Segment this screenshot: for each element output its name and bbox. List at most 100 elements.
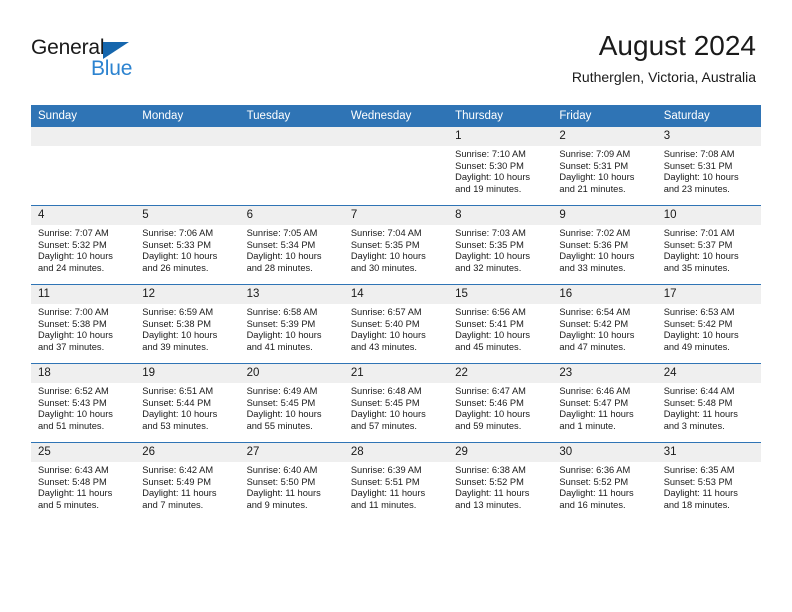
sunrise-text: Sunrise: 7:05 AM bbox=[246, 228, 318, 238]
calendar-week-row: 1 Sunrise: 7:10 AM Sunset: 5:30 PM Daylight… bbox=[31, 127, 761, 206]
calendar-day-cell[interactable]: 28 Sunrise: 6:39 AM Sunset: 5:51 PM Dayligh… bbox=[343, 442, 449, 521]
daylight-text-line1: Daylight: 10 hours bbox=[455, 172, 531, 183]
sunrise-text: Sunrise: 6:56 AM bbox=[455, 307, 526, 317]
calendar-day-cell[interactable]: 14 Sunrise: 6:57 AM Sunset: 5:40 PM Dayligh… bbox=[343, 284, 449, 364]
daylight-text-line2: and 33 minutes. bbox=[559, 262, 626, 273]
calendar-day-cell[interactable]: 21 Sunrise: 6:48 AM Sunset: 5:45 PM Dayligh… bbox=[343, 363, 449, 443]
day-number: 9 bbox=[552, 206, 657, 225]
sunset-text: Sunset: 5:45 PM bbox=[350, 397, 420, 408]
day-number bbox=[239, 127, 344, 146]
day-details: Sunrise: 6:35 AM Sunset: 5:53 PM Daylight:… bbox=[657, 462, 761, 511]
sunrise-text: Sunrise: 6:47 AM bbox=[455, 386, 526, 396]
calendar-day-cell[interactable]: 12 Sunrise: 6:59 AM Sunset: 5:38 PM Dayligh… bbox=[135, 284, 240, 364]
day-details: Sunrise: 6:38 AM Sunset: 5:52 PM Daylight:… bbox=[448, 462, 552, 511]
calendar-day-cell[interactable]: 5 Sunrise: 7:06 AM Sunset: 5:33 PM Daylight… bbox=[135, 205, 240, 285]
daylight-text-line2: and 37 minutes. bbox=[38, 341, 105, 352]
calendar-day-cell[interactable]: 31 Sunrise: 6:35 AM Sunset: 5:53 PM Dayligh… bbox=[656, 442, 761, 521]
day-number: 17 bbox=[656, 285, 761, 304]
sunset-text: Sunset: 5:53 PM bbox=[663, 476, 733, 487]
calendar-day-cell[interactable]: 7 Sunrise: 7:04 AM Sunset: 5:35 PM Daylight… bbox=[343, 205, 449, 285]
daylight-text-line1: Daylight: 10 hours bbox=[246, 251, 322, 262]
daylight-text-line2: and 24 minutes. bbox=[38, 262, 105, 273]
day-number: 5 bbox=[135, 206, 240, 225]
daylight-text-line1: Daylight: 11 hours bbox=[350, 488, 426, 499]
day-details: Sunrise: 7:07 AM Sunset: 5:32 PM Daylight:… bbox=[31, 225, 135, 274]
calendar-day-cell[interactable]: 17 Sunrise: 6:53 AM Sunset: 5:42 PM Dayligh… bbox=[656, 284, 761, 364]
calendar-day-cell[interactable]: 4 Sunrise: 7:07 AM Sunset: 5:32 PM Daylight… bbox=[31, 205, 136, 285]
calendar-day-cell[interactable]: 23 Sunrise: 6:46 AM Sunset: 5:47 PM Dayligh… bbox=[552, 363, 657, 443]
calendar-day-cell[interactable]: 1 Sunrise: 7:10 AM Sunset: 5:30 PM Daylight… bbox=[448, 127, 553, 206]
day-details: Sunrise: 6:53 AM Sunset: 5:42 PM Daylight:… bbox=[657, 304, 761, 353]
sunset-text: Sunset: 5:38 PM bbox=[142, 318, 212, 329]
calendar-day-cell[interactable]: 10 Sunrise: 7:01 AM Sunset: 5:37 PM Dayligh… bbox=[656, 205, 761, 285]
calendar-day-cell[interactable]: 30 Sunrise: 6:36 AM Sunset: 5:52 PM Dayligh… bbox=[552, 442, 657, 521]
weekday-header-thursday: Thursday bbox=[448, 105, 553, 127]
calendar-day-cell[interactable]: 25 Sunrise: 6:43 AM Sunset: 5:48 PM Dayligh… bbox=[31, 442, 136, 521]
day-number: 19 bbox=[135, 364, 240, 383]
daylight-text-line2: and 23 minutes. bbox=[663, 183, 730, 194]
sunset-text: Sunset: 5:31 PM bbox=[663, 160, 733, 171]
sunset-text: Sunset: 5:40 PM bbox=[350, 318, 420, 329]
calendar-day-cell[interactable]: 19 Sunrise: 6:51 AM Sunset: 5:44 PM Dayligh… bbox=[135, 363, 240, 443]
daylight-text-line2: and 53 minutes. bbox=[142, 420, 209, 431]
daylight-text-line1: Daylight: 10 hours bbox=[455, 251, 531, 262]
daylight-text-line1: Daylight: 11 hours bbox=[663, 409, 738, 420]
day-details: Sunrise: 7:10 AM Sunset: 5:30 PM Daylight:… bbox=[448, 146, 552, 195]
sunrise-text: Sunrise: 6:53 AM bbox=[663, 307, 735, 317]
calendar-day-cell[interactable]: 15 Sunrise: 6:56 AM Sunset: 5:41 PM Dayligh… bbox=[448, 284, 553, 364]
general-blue-logo[interactable]: General Blue bbox=[31, 36, 171, 82]
day-number: 20 bbox=[239, 364, 344, 383]
calendar-week-row: 4 Sunrise: 7:07 AM Sunset: 5:32 PM Daylight… bbox=[31, 205, 761, 285]
daylight-text-line1: Daylight: 10 hours bbox=[559, 330, 635, 341]
sunset-text: Sunset: 5:37 PM bbox=[663, 239, 733, 250]
daylight-text-line1: Daylight: 11 hours bbox=[246, 488, 321, 499]
calendar-day-cell[interactable]: 26 Sunrise: 6:42 AM Sunset: 5:49 PM Dayligh… bbox=[135, 442, 240, 521]
page-title: August 2024 bbox=[598, 30, 756, 61]
sunrise-text: Sunrise: 7:01 AM bbox=[663, 228, 735, 238]
logo-text-blue: Blue bbox=[91, 57, 133, 80]
day-number: 11 bbox=[31, 285, 136, 304]
day-details: Sunrise: 7:03 AM Sunset: 5:35 PM Daylight:… bbox=[448, 225, 552, 274]
sunrise-text: Sunrise: 6:59 AM bbox=[142, 307, 214, 317]
day-number: 14 bbox=[343, 285, 449, 304]
day-number: 25 bbox=[31, 443, 136, 462]
daylight-text-line2: and 41 minutes. bbox=[246, 341, 313, 352]
sunset-text: Sunset: 5:42 PM bbox=[559, 318, 629, 329]
daylight-text-line2: and 7 minutes. bbox=[142, 499, 204, 510]
day-number: 2 bbox=[552, 127, 657, 146]
sunset-text: Sunset: 5:42 PM bbox=[663, 318, 733, 329]
day-details: Sunrise: 6:52 AM Sunset: 5:43 PM Daylight:… bbox=[31, 383, 135, 432]
calendar-day-cell[interactable]: 29 Sunrise: 6:38 AM Sunset: 5:52 PM Dayligh… bbox=[448, 442, 553, 521]
calendar-day-cell[interactable]: 16 Sunrise: 6:54 AM Sunset: 5:42 PM Dayligh… bbox=[552, 284, 657, 364]
weekday-header-tuesday: Tuesday bbox=[239, 105, 344, 127]
day-details: Sunrise: 6:54 AM Sunset: 5:42 PM Daylight:… bbox=[552, 304, 656, 353]
daylight-text-line1: Daylight: 10 hours bbox=[246, 330, 322, 341]
weekday-header-friday: Friday bbox=[552, 105, 657, 127]
day-details: Sunrise: 7:08 AM Sunset: 5:31 PM Daylight:… bbox=[657, 146, 761, 195]
calendar-day-cell[interactable]: 24 Sunrise: 6:44 AM Sunset: 5:48 PM Dayligh… bbox=[656, 363, 761, 443]
calendar-week-row: 11 Sunrise: 7:00 AM Sunset: 5:38 PM Dayligh… bbox=[31, 284, 761, 364]
day-details: Sunrise: 7:09 AM Sunset: 5:31 PM Daylight:… bbox=[552, 146, 656, 195]
calendar-page: General Blue August 2024 Rutherglen, Vic… bbox=[0, 0, 792, 612]
sunrise-text: Sunrise: 6:36 AM bbox=[559, 465, 631, 475]
calendar-day-cell[interactable]: 11 Sunrise: 7:00 AM Sunset: 5:38 PM Dayligh… bbox=[31, 284, 136, 364]
calendar-day-cell[interactable]: 18 Sunrise: 6:52 AM Sunset: 5:43 PM Dayligh… bbox=[31, 363, 136, 443]
sunrise-text: Sunrise: 6:51 AM bbox=[142, 386, 214, 396]
day-details: Sunrise: 6:51 AM Sunset: 5:44 PM Daylight:… bbox=[135, 383, 239, 432]
day-details: Sunrise: 7:02 AM Sunset: 5:36 PM Daylight:… bbox=[552, 225, 656, 274]
calendar-day-cell[interactable]: 6 Sunrise: 7:05 AM Sunset: 5:34 PM Daylight… bbox=[239, 205, 344, 285]
calendar-day-cell[interactable]: 2 Sunrise: 7:09 AM Sunset: 5:31 PM Daylight… bbox=[552, 127, 657, 206]
calendar-day-cell[interactable]: 9 Sunrise: 7:02 AM Sunset: 5:36 PM Daylight… bbox=[552, 205, 657, 285]
daylight-text-line2: and 57 minutes. bbox=[350, 420, 417, 431]
calendar-day-cell[interactable]: 3 Sunrise: 7:08 AM Sunset: 5:31 PM Daylight… bbox=[656, 127, 761, 206]
sunset-text: Sunset: 5:50 PM bbox=[246, 476, 316, 487]
calendar-day-cell[interactable]: 20 Sunrise: 6:49 AM Sunset: 5:45 PM Dayligh… bbox=[239, 363, 344, 443]
day-details: Sunrise: 7:01 AM Sunset: 5:37 PM Daylight:… bbox=[657, 225, 761, 274]
calendar-day-cell[interactable]: 8 Sunrise: 7:03 AM Sunset: 5:35 PM Daylight… bbox=[448, 205, 553, 285]
calendar-day-cell[interactable]: 13 Sunrise: 6:58 AM Sunset: 5:39 PM Dayligh… bbox=[239, 284, 344, 364]
day-number: 15 bbox=[448, 285, 553, 304]
day-number: 6 bbox=[239, 206, 344, 225]
calendar-day-cell[interactable]: 22 Sunrise: 6:47 AM Sunset: 5:46 PM Dayligh… bbox=[448, 363, 553, 443]
calendar-day-cell[interactable]: 27 Sunrise: 6:40 AM Sunset: 5:50 PM Dayligh… bbox=[239, 442, 344, 521]
day-details: Sunrise: 6:43 AM Sunset: 5:48 PM Daylight:… bbox=[31, 462, 135, 511]
